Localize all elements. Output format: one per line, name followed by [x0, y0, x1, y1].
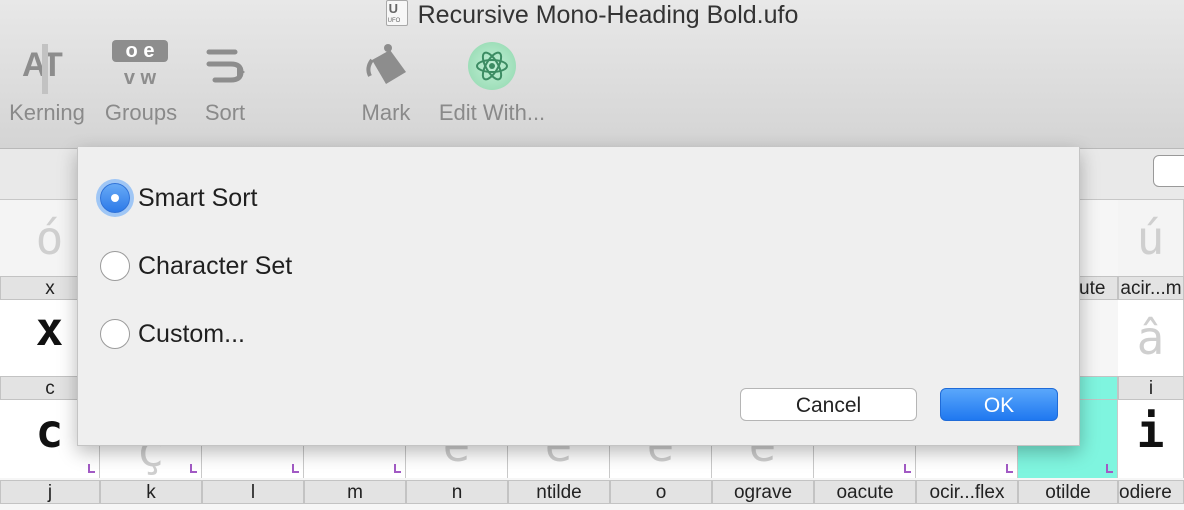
toolbar-sort-label: Sort — [204, 100, 246, 125]
radio-label: Smart Sort — [138, 183, 258, 212]
toolbar-kerning-button[interactable]: AT Kerning — [4, 38, 90, 126]
toolbar-kerning-label: Kerning — [9, 100, 85, 125]
paint-bucket-icon — [352, 38, 420, 100]
toolbar-mark-label: Mark — [361, 100, 411, 125]
radio-smart-sort[interactable]: Smart Sort — [100, 181, 257, 215]
glyph-name-label: otilde — [1018, 480, 1118, 504]
glyph-name-label-selected — [1078, 376, 1118, 400]
toolbar-groups-button[interactable]: o e v w Groups — [100, 38, 182, 126]
toolbar-groups-label: Groups — [104, 100, 178, 125]
groups-icon: o e v w — [100, 38, 182, 100]
radio-custom[interactable]: Custom... — [100, 317, 245, 351]
mark-flag-icon — [1006, 464, 1013, 473]
ok-button[interactable]: OK — [940, 388, 1058, 421]
mark-flag-icon — [190, 464, 197, 473]
radio-label: Custom... — [138, 319, 245, 348]
glyph-name-label: m — [304, 480, 406, 504]
radio-button-selected[interactable] — [100, 183, 130, 213]
glyph-name-label: oacute — [814, 480, 916, 504]
kerning-icon: AT — [4, 38, 90, 100]
glyph-cell[interactable]: i — [1118, 400, 1184, 478]
glyph-name-label: j — [0, 480, 100, 504]
glyph-name-label: i — [1118, 376, 1184, 400]
window-titlebar: UUFO Recursive Mono-Heading Bold.ufo AT K… — [0, 0, 1184, 149]
glyph-name-label: odiere — [1118, 480, 1184, 504]
glyph-name-label: acir...m — [1118, 276, 1184, 300]
radio-button[interactable] — [100, 319, 130, 349]
atom-app-icon — [430, 38, 554, 100]
mark-flag-icon — [904, 464, 911, 473]
glyph-cell[interactable]: â — [1118, 300, 1184, 376]
glyph-name-label: o — [610, 480, 712, 504]
glyph-name-label: n — [406, 480, 508, 504]
glyph-name-label: ntilde — [508, 480, 610, 504]
mark-flag-icon — [394, 464, 401, 473]
glyph-name-label: l — [202, 480, 304, 504]
radio-label: Character Set — [138, 251, 293, 280]
radio-character-set[interactable]: Character Set — [100, 249, 292, 283]
sort-icon — [192, 38, 258, 100]
mark-flag-icon — [88, 464, 95, 473]
glyph-name-label: k — [100, 480, 202, 504]
toolbar-sort-button[interactable]: Sort — [192, 38, 258, 126]
toolbar-edit-with-button[interactable]: Edit With... — [430, 38, 554, 126]
mark-flag-icon — [1106, 464, 1113, 473]
window-title: U UFO Recursive Mono-Heading Bold.ufo — [0, 0, 1184, 30]
toolbar-mark-button[interactable]: Mark — [352, 38, 420, 126]
search-field-partial[interactable] — [1153, 155, 1184, 187]
mark-flag-icon — [292, 464, 299, 473]
glyph-name-label: ocir...flex — [916, 480, 1018, 504]
window-title-text: Recursive Mono-Heading Bold.ufo — [417, 1, 799, 29]
glyph-name-label: ograve — [712, 480, 814, 504]
cancel-button[interactable]: Cancel — [740, 388, 917, 421]
radio-button[interactable] — [100, 251, 130, 281]
toolbar-edit-with-label: Edit With... — [438, 100, 546, 125]
glyph-name-label: ute — [1078, 276, 1118, 300]
ufo-document-icon: U UFO — [385, 0, 408, 26]
glyph-cell[interactable]: ú — [1118, 200, 1184, 276]
sort-options-sheet: Smart Sort Character Set Custom... Cance… — [77, 147, 1080, 446]
